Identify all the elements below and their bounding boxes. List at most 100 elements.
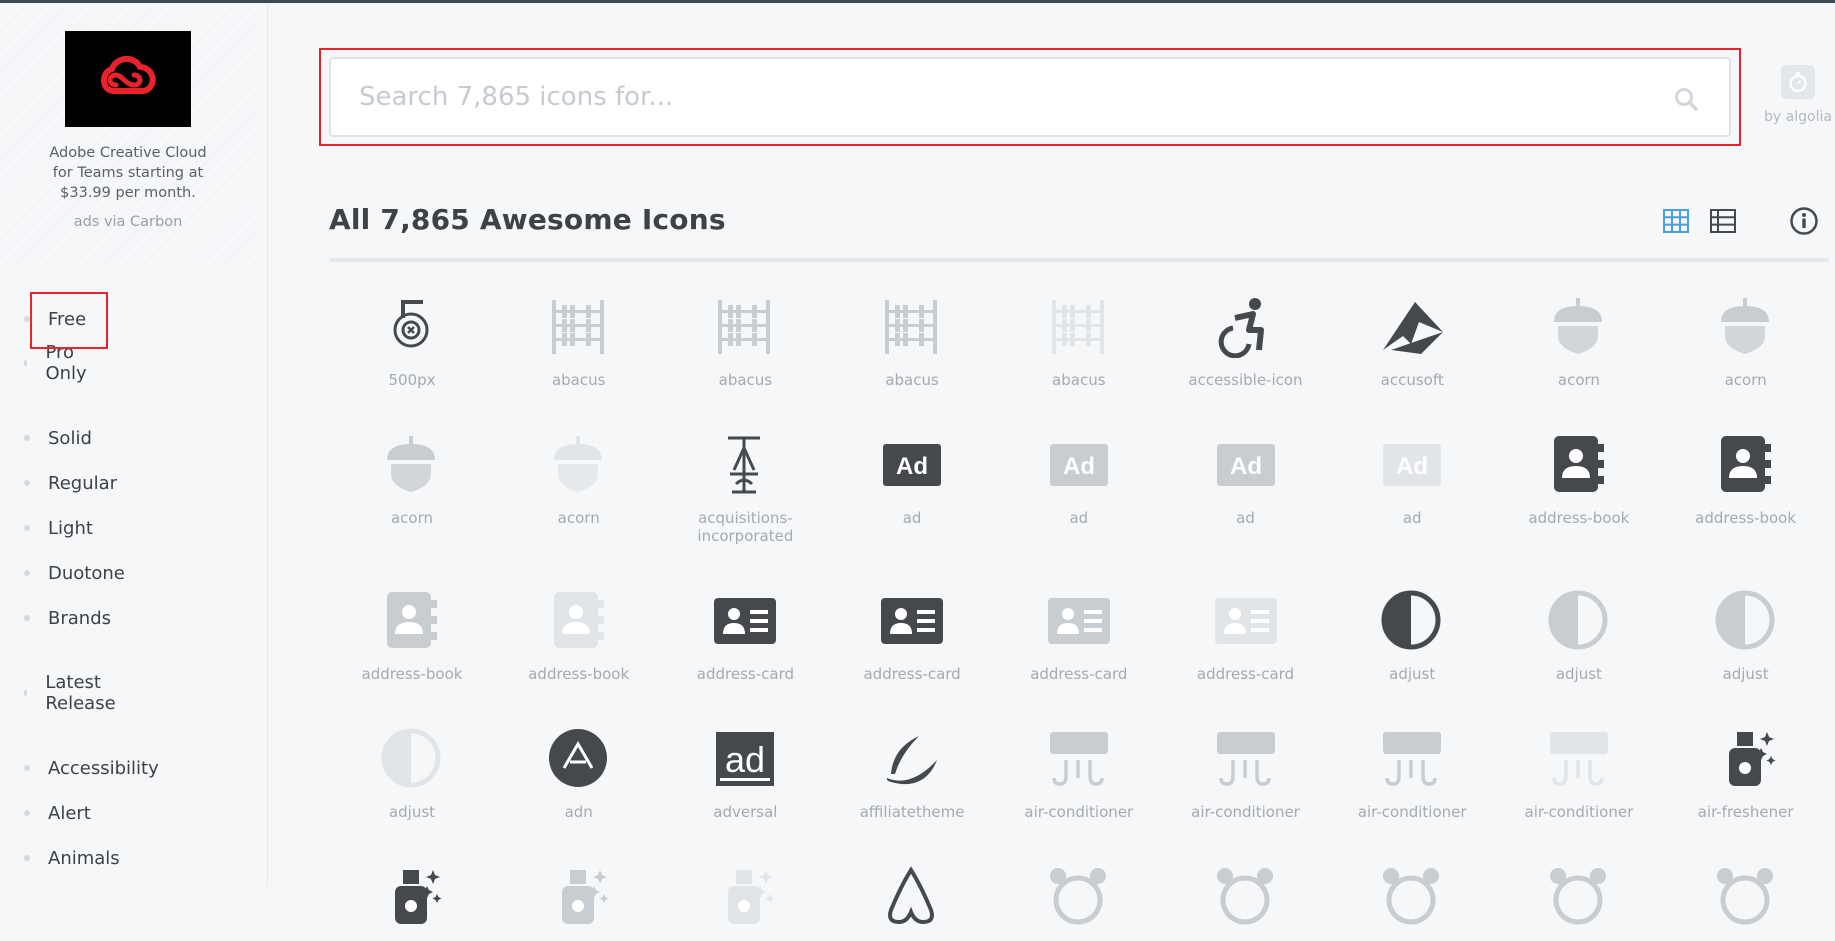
highlight-box-free [30,292,108,349]
icon-name: address-book [1695,509,1797,527]
icon-cell[interactable]: adjust [329,725,495,821]
icon-name: address-book [528,665,630,683]
ad-icon: Ad [829,431,995,499]
icon-cell[interactable]: adjust [1329,587,1495,683]
search-icon[interactable] [1673,86,1699,112]
icon-cell[interactable]: accusoft [1329,293,1495,389]
alarm-clock-icon [1329,863,1495,931]
air-conditioner-icon [996,725,1162,793]
icon-cell[interactable]: affiliatetheme [829,725,995,821]
info-icon[interactable] [1789,206,1819,236]
address-book-icon [1496,431,1662,499]
svg-text:Ad: Ad [1230,453,1262,480]
icon-name: abacus [885,371,939,389]
style-regular[interactable]: Regular [24,466,117,500]
icon-cell[interactable]: Ad ad [996,431,1162,527]
icon-cell[interactable] [1496,863,1662,941]
affiliatetheme-icon [829,725,995,793]
icon-cell[interactable]: address-card [1163,587,1329,683]
icon-name: acorn [557,509,600,527]
list-view-icon[interactable] [1710,209,1736,233]
icon-cell[interactable]: air-conditioner [1329,725,1495,821]
style-label: Solid [48,427,92,449]
category-accessibility[interactable]: Accessibility [24,751,159,785]
icon-cell[interactable]: 500px [329,293,495,389]
air-conditioner-icon [1496,725,1662,793]
search-input[interactable] [359,75,1659,119]
icon-cell[interactable] [329,863,495,941]
icon-cell[interactable]: air-conditioner [1496,725,1662,821]
bullet [24,435,30,441]
air-conditioner-icon [1163,725,1329,793]
icon-cell[interactable] [996,863,1162,941]
icon-cell[interactable]: abacus [996,293,1162,389]
style-light[interactable]: Light [24,511,93,545]
address-card-icon [1163,587,1329,655]
icon-cell[interactable] [1663,863,1829,941]
acorn-icon [1496,293,1662,361]
icon-cell[interactable]: air-conditioner [996,725,1162,821]
address-card-icon [662,587,828,655]
style-duotone[interactable]: Duotone [24,556,125,590]
icon-cell[interactable]: address-book [329,587,495,683]
icon-cell[interactable] [829,863,995,941]
icon-cell[interactable]: Ad ad [829,431,995,527]
icon-cell[interactable]: ad adversal [662,725,828,821]
icon-cell[interactable] [1329,863,1495,941]
ad-icon: Ad [996,431,1162,499]
filter-label: Latest Release [45,672,116,714]
icon-cell[interactable]: abacus [829,293,995,389]
ad-text[interactable]: Adobe Creative Cloud for Teams starting … [38,143,218,203]
icon-name: address-card [1196,665,1295,683]
icon-cell[interactable]: abacus [662,293,828,389]
icon-cell[interactable]: acorn [1496,293,1662,389]
icon-cell[interactable]: acorn [329,431,495,527]
icon-cell[interactable] [662,863,828,941]
bullet [24,525,30,531]
icon-cell[interactable]: air-freshener [1663,725,1829,821]
icon-cell[interactable]: acorn [1663,293,1829,389]
air-conditioner-icon [1329,725,1495,793]
algolia-badge[interactable]: by algolia [1758,65,1835,125]
air-freshener-icon [329,863,495,931]
style-brands[interactable]: Brands [24,601,111,635]
icon-cell[interactable] [496,863,662,941]
icon-cell[interactable]: acquisitions-incorporated [662,431,828,545]
bullet [24,615,30,621]
icon-cell[interactable]: address-book [1663,431,1829,527]
icon-name: address-book [361,665,463,683]
carbon-ad: Adobe Creative Cloud for Teams starting … [0,3,256,265]
icon-cell[interactable]: address-card [996,587,1162,683]
filter-pro-only[interactable]: Pro Only [24,342,89,384]
style-label: Light [48,517,93,539]
ad-via-link[interactable]: ads via Carbon [38,214,218,230]
style-label: Duotone [48,562,125,584]
category-animals[interactable]: Animals [24,841,120,875]
icon-cell[interactable]: acorn [496,431,662,527]
icon-cell[interactable]: address-book [496,587,662,683]
icon-cell[interactable]: adjust [1496,587,1662,683]
grid-view-icon[interactable] [1663,209,1689,233]
icon-cell[interactable]: Ad ad [1163,431,1329,527]
main-content: by algolia All 7,865 Awesome Icons 500px… [268,3,1835,925]
icon-cell[interactable]: Ad ad [1329,431,1495,527]
icon-cell[interactable]: address-book [1496,431,1662,527]
ad-icon: Ad [1329,431,1495,499]
icon-cell[interactable]: air-conditioner [1163,725,1329,821]
icon-cell[interactable]: address-card [662,587,828,683]
category-label: Alert [48,802,91,824]
icon-cell[interactable]: accessible-icon [1163,293,1329,389]
style-solid[interactable]: Solid [24,421,92,455]
ad-image[interactable] [65,31,191,127]
address-card-icon [996,587,1162,655]
address-book-icon [1663,431,1829,499]
icon-cell[interactable] [1163,863,1329,941]
category-alert[interactable]: Alert [24,796,91,830]
accusoft-icon [1329,293,1495,361]
algolia-label: by algolia [1764,109,1832,125]
icon-cell[interactable]: adn [496,725,662,821]
icon-cell[interactable]: abacus [496,293,662,389]
filter-latest-release[interactable]: Latest Release [24,672,118,714]
icon-cell[interactable]: adjust [1663,587,1829,683]
icon-cell[interactable]: address-card [829,587,995,683]
